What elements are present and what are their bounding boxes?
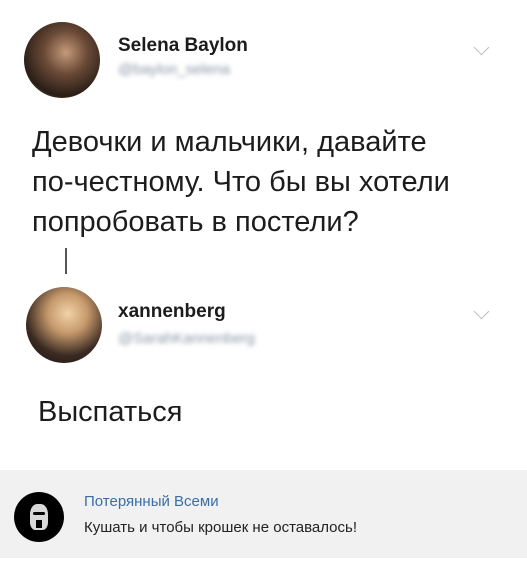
avatar-selena[interactable] — [24, 22, 100, 98]
face-icon — [30, 504, 48, 530]
author-name[interactable]: Selena Baylon — [118, 35, 248, 57]
author-handle[interactable]: @baylon_selena — [118, 61, 230, 78]
reply-author-name[interactable]: xannenberg — [118, 301, 226, 323]
commenter-name[interactable]: Потерянный Всеми — [84, 493, 219, 510]
chevron-down-icon[interactable] — [473, 303, 490, 320]
avatar-xannenberg[interactable] — [26, 287, 102, 363]
tweet-text: Девочки и мальчики, давайте по-честному.… — [32, 126, 450, 238]
thread-line — [65, 248, 67, 274]
comment-text: Кушать и чтобы крошек не оставалось! — [84, 519, 358, 536]
chevron-down-icon[interactable] — [473, 39, 490, 56]
reply-text: Выспаться — [38, 396, 183, 428]
reply-author-handle[interactable]: @SarahKannenberg — [118, 330, 255, 347]
comment: Потерянный Всеми Кушать и чтобы крошек н… — [0, 470, 527, 558]
commenter-avatar[interactable] — [14, 492, 64, 542]
